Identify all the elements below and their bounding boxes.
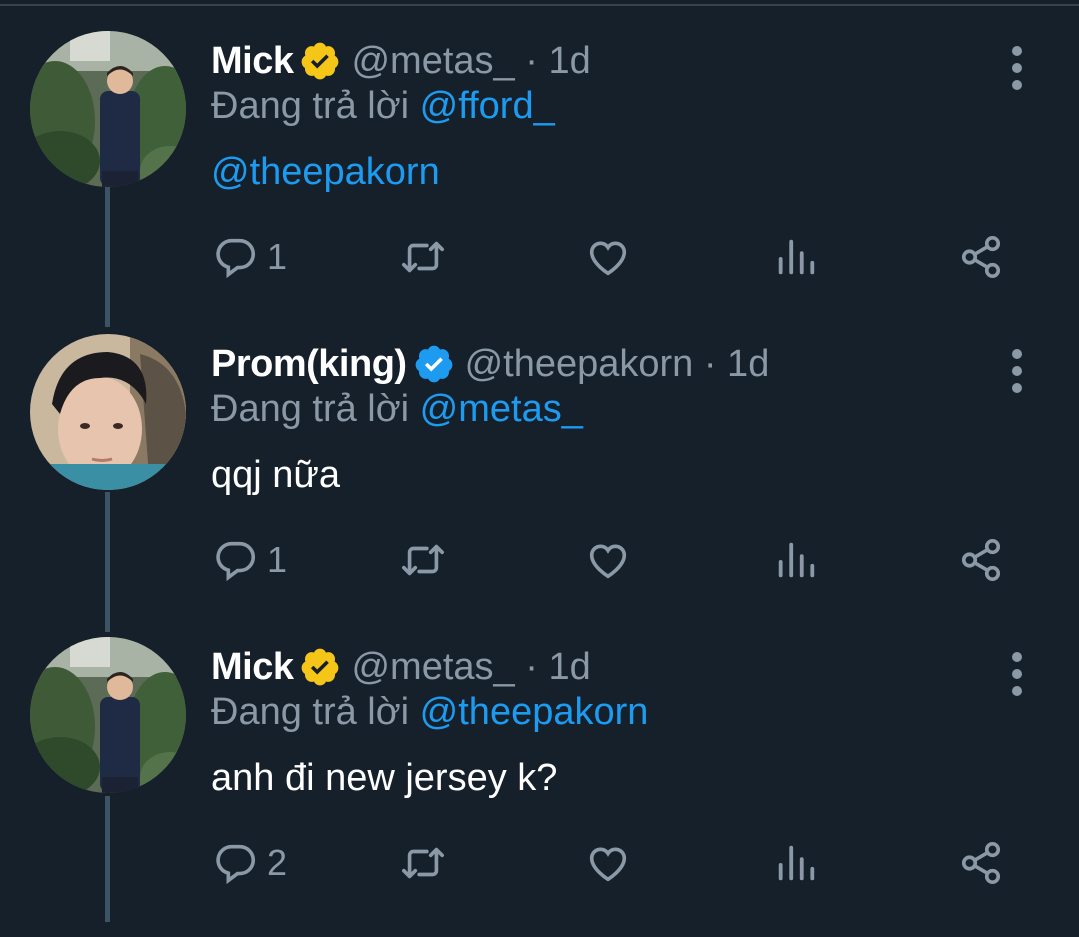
like-icon — [585, 537, 631, 583]
replying-to-mention[interactable]: @metas_ — [420, 388, 583, 430]
retweet-icon — [397, 234, 449, 280]
like-button[interactable] — [585, 227, 631, 287]
replying-to: Đang trả lời @metas_ — [211, 388, 583, 431]
verified-badge-icon — [413, 343, 455, 385]
tweet-header: Mick @metas_ · 1d — [211, 639, 591, 695]
display-name[interactable]: Mick — [211, 646, 294, 689]
retweet-button[interactable] — [397, 833, 449, 893]
reply-icon — [213, 840, 259, 886]
more-icon[interactable] — [1004, 39, 1030, 103]
more-icon[interactable] — [1004, 645, 1030, 709]
share-icon — [958, 234, 1004, 280]
tweet[interactable]: Mick @metas_ · 1d Đang trả lời @theepako… — [0, 637, 1079, 937]
tweet-actions: 2 — [0, 833, 1079, 893]
tweet[interactable]: Mick @metas_ · 1d Đang trả lời @fford_ @… — [0, 31, 1079, 331]
tweet-actions: 1 — [0, 530, 1079, 590]
views-icon — [773, 234, 819, 280]
display-name[interactable]: Prom(king) — [211, 343, 407, 386]
views-button[interactable] — [773, 227, 819, 287]
tweet-header: Prom(king) @theepakorn · 1d — [211, 336, 769, 392]
handle-and-time[interactable]: @theepakorn · 1d — [465, 343, 770, 386]
tweet-text: qqj nữa — [211, 454, 340, 496]
reply-icon — [213, 234, 259, 280]
reply-button[interactable]: 2 — [213, 833, 287, 893]
reply-button[interactable]: 1 — [213, 530, 287, 590]
top-divider — [0, 4, 1079, 6]
reply-button[interactable]: 1 — [213, 227, 287, 287]
like-button[interactable] — [585, 530, 631, 590]
views-icon — [773, 840, 819, 886]
replying-to-mention[interactable]: @theepakorn — [420, 691, 649, 733]
avatar[interactable] — [30, 637, 186, 793]
retweet-icon — [397, 537, 449, 583]
replying-to: Đang trả lời @theepakorn — [211, 691, 648, 734]
tweet-header: Mick @metas_ · 1d — [211, 33, 591, 89]
share-button[interactable] — [958, 227, 1004, 287]
tweet-text[interactable]: @theepakorn — [211, 151, 440, 194]
more-icon[interactable] — [1004, 342, 1030, 406]
share-button[interactable] — [958, 833, 1004, 893]
handle-and-time[interactable]: @metas_ · 1d — [351, 646, 590, 689]
avatar[interactable] — [30, 31, 186, 187]
handle-and-time[interactable]: @metas_ · 1d — [351, 40, 590, 83]
retweet-button[interactable] — [397, 530, 449, 590]
like-icon — [585, 840, 631, 886]
share-button[interactable] — [958, 530, 1004, 590]
replying-to: Đang trả lời @fford_ — [211, 85, 555, 128]
like-icon — [585, 234, 631, 280]
replying-to-label: Đang trả lời — [211, 85, 410, 127]
tweet[interactable]: Prom(king) @theepakorn · 1d Đang trả lời… — [0, 334, 1079, 634]
retweet-icon — [397, 840, 449, 886]
replying-to-label: Đang trả lời — [211, 691, 410, 733]
views-icon — [773, 537, 819, 583]
reply-icon — [213, 537, 259, 583]
views-button[interactable] — [773, 833, 819, 893]
replying-to-mention[interactable]: @fford_ — [420, 85, 555, 127]
reply-count: 1 — [267, 539, 288, 580]
tweet-text: anh đi new jersey k? — [211, 757, 558, 799]
display-name[interactable]: Mick — [211, 40, 294, 83]
avatar[interactable] — [30, 334, 186, 490]
share-icon — [958, 840, 1004, 886]
views-button[interactable] — [773, 530, 819, 590]
reply-count: 2 — [267, 842, 288, 883]
replying-to-label: Đang trả lời — [211, 388, 410, 430]
reply-count: 1 — [267, 236, 288, 277]
share-icon — [958, 537, 1004, 583]
tweet-actions: 1 — [0, 227, 1079, 287]
verified-badge-icon — [299, 646, 341, 688]
verified-badge-icon — [299, 40, 341, 82]
retweet-button[interactable] — [397, 227, 449, 287]
like-button[interactable] — [585, 833, 631, 893]
